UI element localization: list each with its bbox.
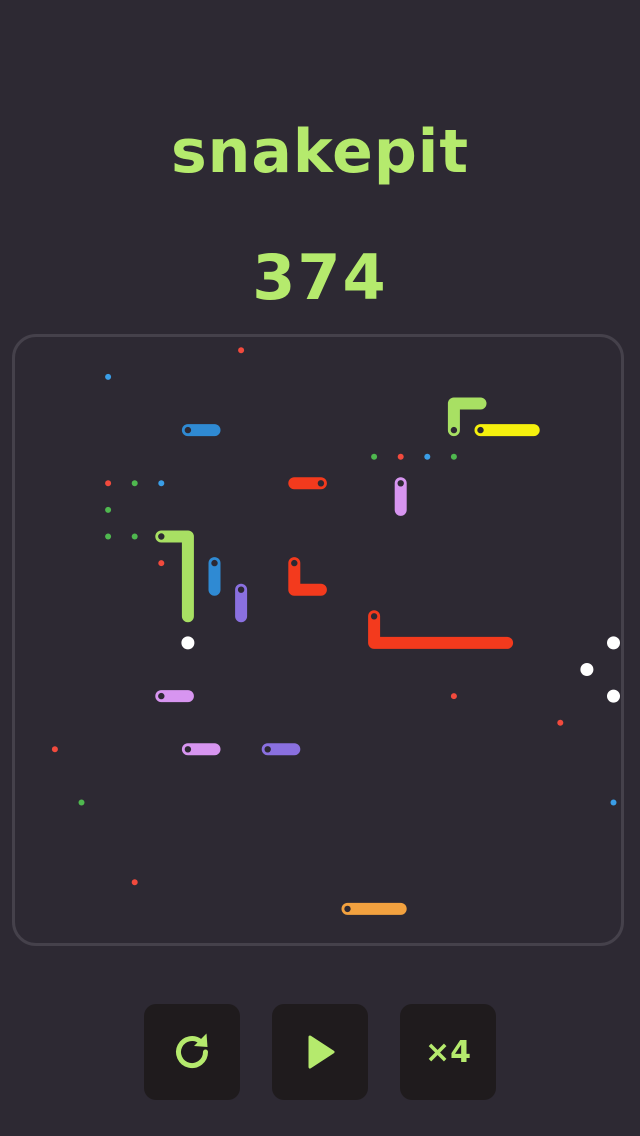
food-pellet [105,533,112,540]
speed-button[interactable]: ×4 [400,1004,496,1100]
snake-head-orange [344,905,351,913]
snake-head-purple-middle [237,586,245,593]
egg [580,663,594,676]
snake-head-blue-middle [211,559,218,567]
snake-head-yellow [477,426,484,434]
snake-red-l-small [288,557,327,596]
controls-bar: ×4 [0,1004,640,1100]
snake-head-lime-middle [158,533,165,540]
food-pellet [424,453,431,460]
food-pellet [105,373,112,380]
food-pellet [105,506,112,513]
food-pellet [131,533,138,540]
food-pellet [450,693,457,700]
food-pellet [105,480,112,487]
game-board[interactable] [12,334,624,946]
snake-head-lavender-bottom [184,746,192,753]
egg [607,689,620,703]
snake-head-lavender-top [397,480,404,487]
snake-lime-middle [155,530,194,623]
food-pellet [131,879,138,886]
play-button[interactable] [272,1004,368,1100]
game-title: snakepit [170,117,470,187]
food-pellet [158,560,165,567]
snake-head-lavender-left [158,692,165,700]
snake-head-blue-top [184,426,192,434]
snake-head-red-l-small [291,559,298,567]
score-display: 374 [252,241,388,314]
food-pellet [397,453,404,460]
food-pellet [557,719,564,726]
snake-red-l-large [368,610,514,649]
food-pellet [450,453,457,460]
food-pellet [158,480,165,487]
restart-button[interactable] [144,1004,240,1100]
board-canvas [51,347,620,915]
food-pellet [610,799,617,806]
snake-head-lime-top [450,426,458,434]
food-pellet [238,347,245,354]
food-pellet [371,453,378,460]
egg [181,636,195,650]
food-pellet [78,799,85,806]
food-pellet [51,746,58,753]
snake-head-red-l-large [370,613,378,620]
egg [607,636,620,650]
food-pellet [131,480,138,487]
restart-icon [176,1033,209,1069]
play-icon [308,1035,335,1069]
snake-head-purple-bottom [264,746,271,753]
speed-label: ×4 [424,1034,471,1070]
snake-head-red-middle [317,480,325,487]
